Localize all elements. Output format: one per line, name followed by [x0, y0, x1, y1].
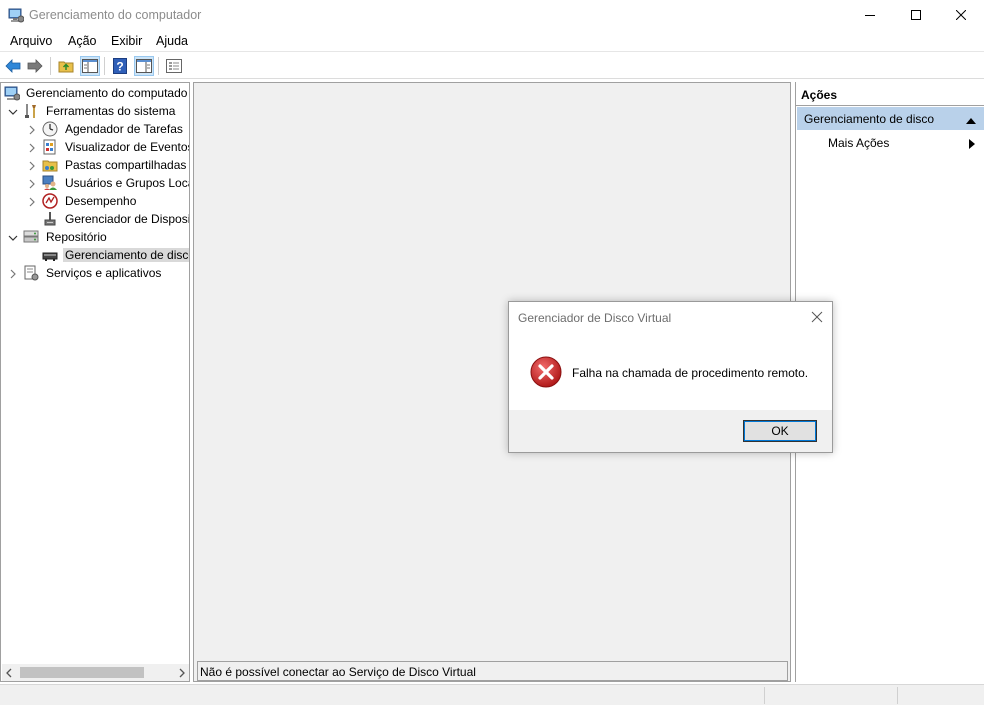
- help-icon[interactable]: ?: [110, 56, 130, 76]
- title-bar: Gerenciamento do computador: [0, 0, 984, 30]
- chevron-right-icon[interactable]: [27, 160, 37, 171]
- properties-icon[interactable]: [164, 56, 184, 76]
- services-apps-icon: [23, 265, 39, 281]
- collapse-up-icon[interactable]: [966, 114, 976, 128]
- up-folder-icon[interactable]: [56, 56, 76, 76]
- tree-label: Serviços e aplicativos: [46, 266, 162, 280]
- ok-button[interactable]: OK: [743, 420, 817, 442]
- tree-horizontal-scrollbar[interactable]: [2, 664, 189, 681]
- computer-management-icon: [8, 7, 25, 23]
- svg-text:?: ?: [116, 60, 123, 74]
- window-title: Gerenciamento do computador: [29, 8, 202, 22]
- forward-icon[interactable]: [25, 56, 45, 76]
- maximize-button[interactable]: [893, 0, 939, 30]
- chevron-right-icon[interactable]: [27, 196, 37, 207]
- menu-ajuda[interactable]: Ajuda: [156, 34, 188, 48]
- back-icon[interactable]: [3, 56, 23, 76]
- performance-icon: [42, 193, 58, 209]
- scrollbar-thumb[interactable]: [20, 667, 144, 678]
- error-dialog: Gerenciador de Disco Virtual Falha na ch…: [508, 301, 833, 453]
- storage-icon: [23, 229, 39, 245]
- disk-management-icon: [42, 247, 58, 263]
- actions-header: Ações: [796, 84, 984, 106]
- system-tools-icon: [23, 103, 39, 119]
- chevron-right-icon[interactable]: [27, 178, 37, 189]
- shared-folders-icon: [42, 157, 58, 173]
- tree-label: Pastas compartilhadas: [65, 158, 187, 172]
- menu-arquivo[interactable]: Arquivo: [10, 34, 52, 48]
- actions-section-label: Gerenciamento de disco: [804, 112, 935, 126]
- minimize-button[interactable]: [847, 0, 893, 30]
- toolbar: ?: [0, 53, 984, 79]
- tree-label: Gerenciador de Disposit: [65, 212, 190, 226]
- more-actions-item[interactable]: Mais Ações: [828, 136, 889, 150]
- menu-acao[interactable]: Ação: [68, 34, 97, 48]
- tree-label: Gerenciamento do computado: [26, 86, 188, 100]
- tree-label: Visualizador de Eventos: [65, 140, 190, 154]
- status-message: Não é possível conectar ao Serviço de Di…: [197, 661, 788, 681]
- status-bar: [0, 684, 984, 705]
- console-tree: Gerenciamento do computado Ferramentas d…: [0, 82, 190, 682]
- scroll-right-icon[interactable]: [178, 667, 186, 681]
- tree-label: Repositório: [46, 230, 107, 244]
- chevron-right-icon[interactable]: [27, 124, 37, 135]
- menu-exibir[interactable]: Exibir: [111, 34, 142, 48]
- submenu-arrow-icon[interactable]: [969, 138, 975, 152]
- dialog-footer: OK: [509, 410, 832, 452]
- tree-label: Usuários e Grupos Loca: [65, 176, 190, 190]
- tree-label: Gerenciamento de disco: [63, 248, 189, 262]
- tree-label: Desempenho: [65, 194, 137, 208]
- chevron-right-icon[interactable]: [27, 142, 37, 153]
- scroll-left-icon[interactable]: [5, 667, 13, 681]
- chevron-down-icon[interactable]: [8, 232, 18, 242]
- more-actions-label: Mais Ações: [828, 136, 890, 150]
- computer-management-icon: [4, 85, 21, 101]
- menu-bar: Arquivo Ação Exibir Ajuda: [0, 30, 984, 52]
- close-button[interactable]: [938, 0, 984, 30]
- task-scheduler-icon: [42, 121, 58, 137]
- tree-label: Ferramentas do sistema: [46, 104, 176, 118]
- dialog-title: Gerenciador de Disco Virtual: [518, 311, 672, 325]
- device-manager-icon: [42, 211, 58, 227]
- event-viewer-icon: [42, 139, 58, 155]
- users-groups-icon: [42, 175, 58, 191]
- tree-label: Agendador de Tarefas: [65, 122, 183, 136]
- dialog-close-icon[interactable]: [808, 308, 826, 326]
- show-hide-tree-icon[interactable]: [80, 56, 100, 76]
- error-icon: [530, 356, 562, 388]
- chevron-right-icon[interactable]: [8, 268, 18, 279]
- dialog-message: Falha na chamada de procedimento remoto.: [572, 366, 809, 380]
- actions-section-disk-management[interactable]: Gerenciamento de disco: [797, 107, 984, 130]
- show-hide-action-pane-icon[interactable]: [134, 56, 154, 76]
- chevron-down-icon[interactable]: [8, 106, 18, 116]
